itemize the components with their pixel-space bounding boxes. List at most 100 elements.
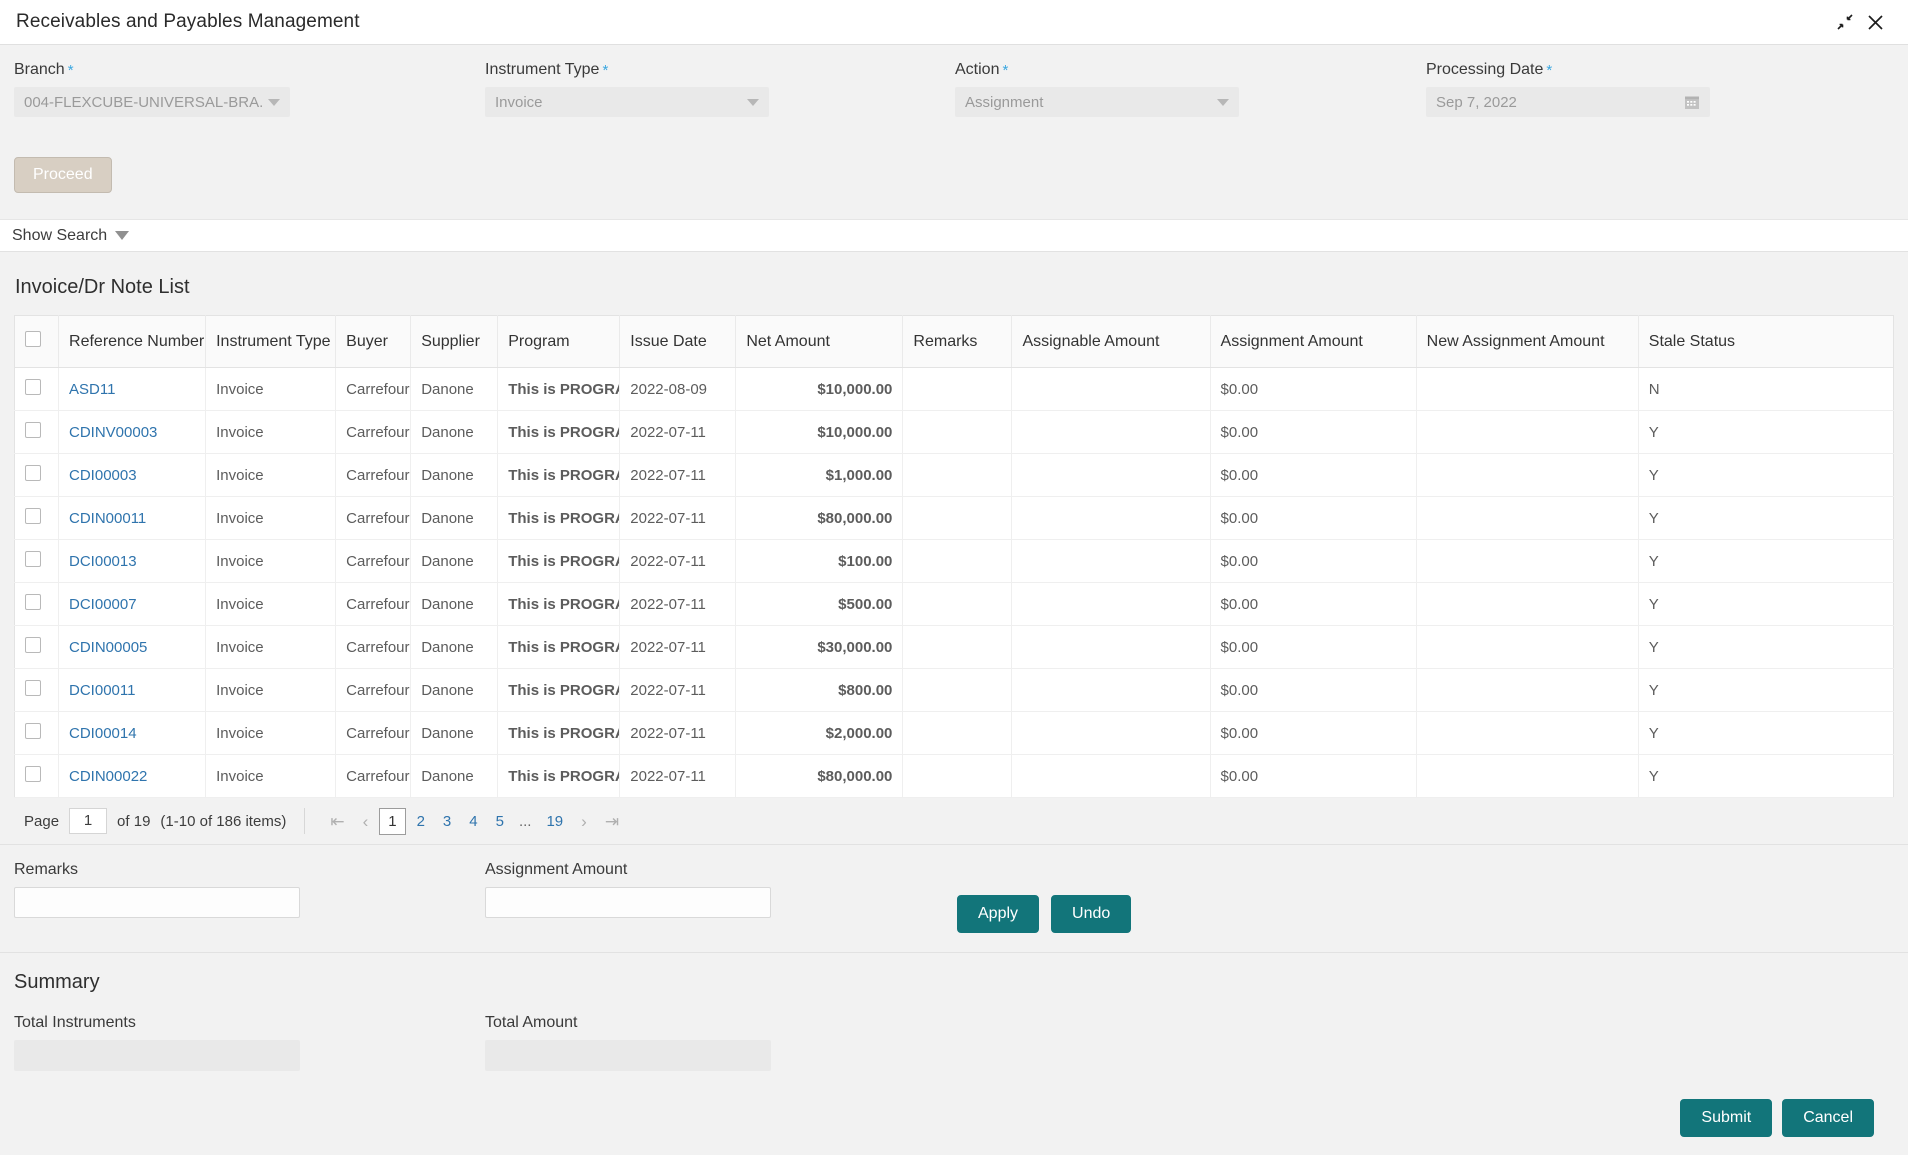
- cell-reference-number: CDIN00011: [58, 496, 207, 540]
- cell-instrument-type: Invoice: [205, 754, 337, 798]
- page-1-button[interactable]: 1: [379, 807, 406, 835]
- next-page-icon[interactable]: ›: [572, 813, 596, 830]
- page-3-button[interactable]: 3: [434, 813, 460, 830]
- cell-reference-number: DCI00013: [58, 539, 207, 583]
- cell-program: This is PROGRA: [497, 668, 621, 712]
- submit-button[interactable]: Submit: [1680, 1099, 1773, 1137]
- proceed-button[interactable]: Proceed: [14, 157, 112, 193]
- page-5-button[interactable]: 5: [487, 813, 513, 830]
- show-search-toggle[interactable]: Show Search: [0, 220, 1908, 252]
- reference-number-link[interactable]: CDI00003: [69, 467, 137, 484]
- row-checkbox[interactable]: [25, 680, 41, 696]
- cell-stale-status: Y: [1638, 496, 1894, 540]
- summary-section: Summary Total Instruments Total Amount S…: [0, 952, 1908, 1155]
- row-checkbox[interactable]: [25, 508, 41, 524]
- reference-number-link[interactable]: CDINV00003: [69, 424, 157, 441]
- row-select-cell: [14, 711, 60, 755]
- cell-assignable-amount: [1011, 754, 1211, 798]
- cell-net-amount: $80,000.00: [735, 496, 904, 540]
- cell-stale-status: Y: [1638, 711, 1894, 755]
- reference-number-link[interactable]: CDIN00022: [69, 768, 147, 785]
- cell-stale-status: N: [1638, 367, 1894, 411]
- close-icon[interactable]: [1860, 7, 1890, 37]
- assignment-amount-input[interactable]: [485, 887, 771, 918]
- processing-date-label: Processing Date *: [1426, 61, 1553, 79]
- row-checkbox[interactable]: [25, 637, 41, 653]
- col-new-assignment-amount: New Assignment Amount: [1416, 315, 1639, 368]
- undo-button[interactable]: Undo: [1051, 895, 1132, 933]
- row-select-cell: [14, 539, 60, 583]
- cell-issue-date: 2022-08-09: [619, 367, 737, 411]
- reference-number-link[interactable]: CDI00014: [69, 725, 137, 742]
- col-program: Program: [497, 315, 621, 368]
- reference-number-link[interactable]: DCI00013: [69, 553, 137, 570]
- cell-remarks: [902, 668, 1013, 712]
- table-row: ASD11 Invoice Carrefour Danone This is PROGR…: [14, 367, 1894, 411]
- cell-remarks: [902, 496, 1013, 540]
- processing-date-value: Sep 7, 2022: [1436, 93, 1517, 111]
- cell-buyer: Carrefour: [335, 625, 412, 669]
- cell-reference-number: CDIN00005: [58, 625, 207, 669]
- cancel-button[interactable]: Cancel: [1782, 1099, 1874, 1137]
- reference-number-link[interactable]: ASD11: [69, 381, 115, 398]
- cell-issue-date: 2022-07-11: [619, 410, 737, 454]
- cell-supplier: Danone: [410, 711, 499, 755]
- remarks-input[interactable]: [14, 887, 300, 918]
- reference-number-link[interactable]: CDIN00011: [69, 510, 146, 527]
- row-select-cell: [14, 625, 60, 669]
- cell-buyer: Carrefour: [335, 668, 412, 712]
- last-page-icon[interactable]: ⇥: [596, 813, 628, 830]
- row-checkbox[interactable]: [25, 422, 41, 438]
- branch-select[interactable]: 004-FLEXCUBE-UNIVERSAL-BRA...: [14, 87, 290, 117]
- cell-remarks: [902, 711, 1013, 755]
- apply-button[interactable]: Apply: [957, 895, 1040, 933]
- branch-value: 004-FLEXCUBE-UNIVERSAL-BRA...: [24, 93, 262, 111]
- page-4-button[interactable]: 4: [460, 813, 486, 830]
- instrument-type-select[interactable]: Invoice: [485, 87, 769, 117]
- calendar-icon[interactable]: [1684, 94, 1700, 110]
- cell-assignment-amount: $0.00: [1210, 496, 1417, 540]
- action-select[interactable]: Assignment: [955, 87, 1239, 117]
- total-amount-label: Total Amount: [485, 1014, 578, 1031]
- total-amount-field: Total Amount: [485, 1014, 771, 1071]
- first-page-icon[interactable]: ⇤: [321, 813, 353, 830]
- cell-stale-status: Y: [1638, 754, 1894, 798]
- row-checkbox[interactable]: [25, 723, 41, 739]
- total-amount-value: [485, 1040, 771, 1071]
- row-select-cell: [14, 668, 60, 712]
- prev-page-icon[interactable]: ‹: [354, 813, 378, 830]
- cell-net-amount: $1,000.00: [735, 453, 904, 497]
- reference-number-link[interactable]: CDIN00005: [69, 639, 147, 656]
- cell-new-assignment-amount: [1416, 539, 1639, 583]
- receivables-payables-window: Receivables and Payables Management Bran…: [0, 0, 1908, 1155]
- row-checkbox[interactable]: [25, 465, 41, 481]
- page-last-button[interactable]: 19: [537, 813, 572, 830]
- table-row: DCI00007 Invoice Carrefour Danone This is PR…: [14, 582, 1894, 626]
- instrument-type-value: Invoice: [495, 93, 543, 111]
- row-checkbox[interactable]: [25, 594, 41, 610]
- chevron-down-icon: [268, 98, 280, 106]
- cell-program: This is PROGRA: [497, 453, 621, 497]
- window-titlebar: Receivables and Payables Management: [0, 0, 1908, 45]
- select-all-checkbox[interactable]: [25, 331, 41, 347]
- reference-number-link[interactable]: DCI00007: [69, 596, 137, 613]
- collapse-arrows-icon[interactable]: [1830, 7, 1860, 37]
- cell-instrument-type: Invoice: [205, 625, 337, 669]
- row-checkbox[interactable]: [25, 551, 41, 567]
- row-checkbox[interactable]: [25, 379, 41, 395]
- processing-date-input[interactable]: Sep 7, 2022: [1426, 87, 1710, 117]
- table-body: ASD11 Invoice Carrefour Danone This is PROGR…: [14, 367, 1894, 798]
- cell-net-amount: $10,000.00: [735, 410, 904, 454]
- page-2-button[interactable]: 2: [408, 813, 434, 830]
- cell-program: This is PROGRA: [497, 754, 621, 798]
- reference-number-link[interactable]: DCI00011: [69, 682, 135, 699]
- row-checkbox[interactable]: [25, 766, 41, 782]
- cell-net-amount: $10,000.00: [735, 367, 904, 411]
- row-select-cell: [14, 367, 60, 411]
- page-number-input[interactable]: 1: [69, 808, 108, 834]
- footer-actions: Submit Cancel: [1680, 1099, 1874, 1137]
- cell-supplier: Danone: [410, 496, 499, 540]
- table-row: CDI00014 Invoice Carrefour Danone This is PR…: [14, 711, 1894, 755]
- row-select-cell: [14, 410, 60, 454]
- cell-buyer: Carrefour: [335, 453, 412, 497]
